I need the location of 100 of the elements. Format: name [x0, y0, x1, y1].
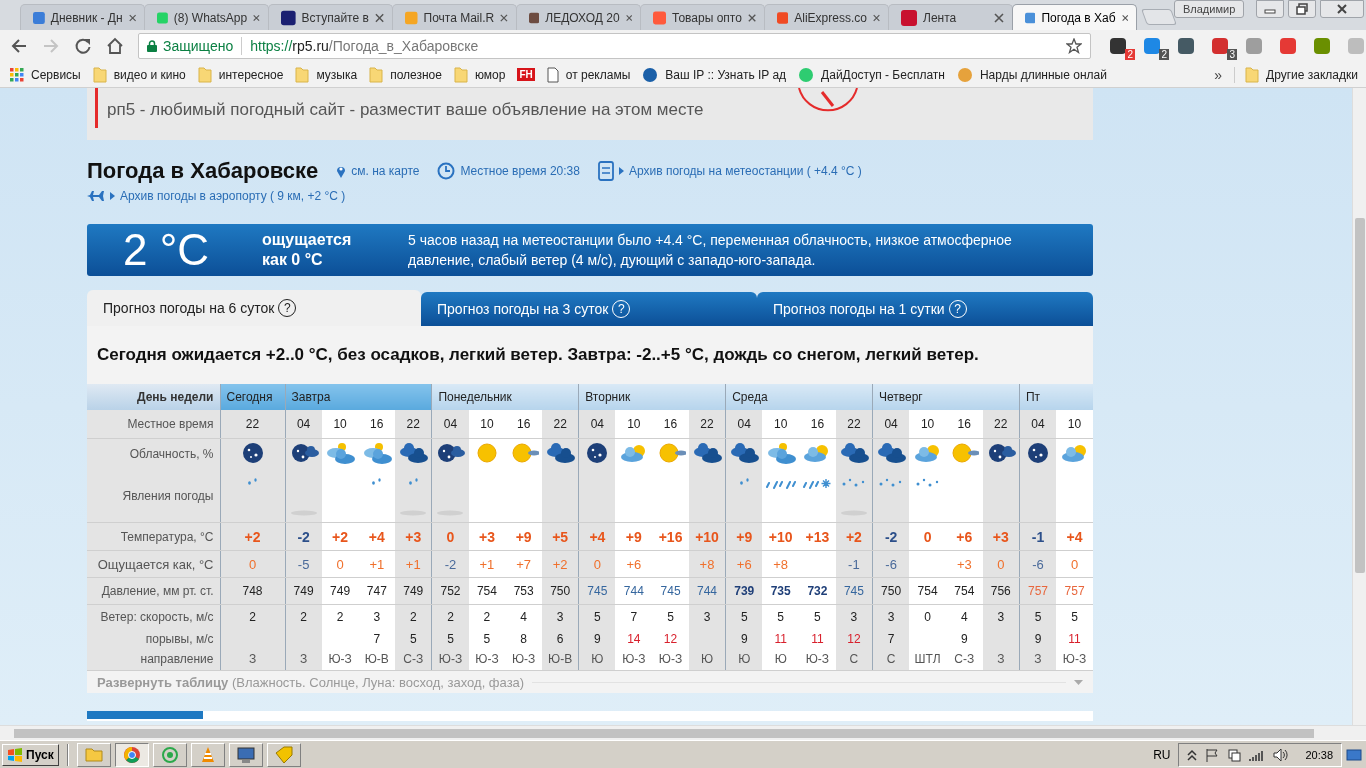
network-icon[interactable] — [1227, 747, 1242, 762]
maximize-button[interactable] — [1288, 0, 1317, 18]
wind-direction-cell: Ю-З — [799, 648, 836, 671]
start-button[interactable]: Пуск — [2, 743, 59, 766]
bookmark[interactable]: ДайДоступ - Бесплатн — [798, 66, 945, 83]
feels-like-text: ощущается как 0 °C — [262, 230, 353, 270]
temperature-cell: +3 — [395, 522, 432, 551]
taskbar-button[interactable] — [114, 742, 149, 767]
temperature-cell: -2 — [872, 522, 910, 551]
temperature-cell: +9 — [615, 522, 653, 551]
bookmark[interactable]: юмор — [453, 66, 506, 83]
time-cell: 10 — [615, 410, 653, 438]
bookmark[interactable]: интересное — [197, 66, 284, 83]
forecast-tab[interactable]: Прогноз погоды на 1 сутки ? — [757, 292, 1093, 326]
row-label: Облачность, % — [87, 438, 220, 470]
chevron-up-icon[interactable] — [1187, 748, 1198, 761]
browser-tab[interactable]: Погода в Хаб — [1012, 4, 1137, 30]
bookmark[interactable]: видео и кино — [92, 66, 186, 83]
close-button[interactable] — [1320, 0, 1365, 18]
bookmark[interactable]: Нарды длинные онлай — [956, 66, 1107, 83]
time-cell: 16 — [799, 410, 836, 438]
folder-icon — [369, 66, 384, 83]
profile-button[interactable]: Владимир — [1174, 0, 1245, 18]
forecast-tab[interactable]: Прогноз погоды на 6 суток ? — [87, 290, 421, 326]
scrollbar-thumb[interactable] — [1355, 218, 1365, 573]
wind-speed-cell: 5 — [578, 604, 616, 629]
time-cell: 10 — [321, 410, 359, 438]
browser-tab[interactable]: AliExpress.co — [764, 4, 889, 30]
time-cell: 04 — [1019, 410, 1057, 438]
airplane-icon — [87, 188, 105, 204]
forecast-tab[interactable]: Прогноз погоды на 3 суток ? — [421, 292, 757, 326]
home-icon[interactable] — [106, 37, 124, 55]
signal-bars-icon[interactable] — [1249, 748, 1266, 761]
vertical-scrollbar[interactable] — [1352, 88, 1366, 725]
bookmark[interactable]: FH — [517, 68, 535, 81]
map-link[interactable]: см. на карте — [336, 164, 420, 178]
clock: 20:38 — [1305, 748, 1333, 761]
browser-tab[interactable]: Дневник - Дн — [20, 4, 145, 30]
wind-direction-cell: Ю-З — [431, 648, 469, 671]
wind-direction-cell: Ю — [578, 648, 616, 671]
day-header: Пт — [1019, 384, 1093, 410]
address-bar[interactable]: Защищено https://rp5.ru/Погода_в_Хабаровске — [138, 33, 1091, 59]
extension-icon[interactable] — [1109, 37, 1127, 55]
bookmark[interactable]: музыка — [295, 66, 358, 83]
horizontal-scrollbar[interactable] — [0, 725, 1366, 740]
badge-count: 2 — [1159, 49, 1169, 60]
folder-icon — [1245, 66, 1260, 83]
close-icon[interactable] — [128, 12, 136, 23]
wind-gust-cell: 6 — [542, 628, 579, 649]
day-header: Четверг — [872, 384, 1020, 410]
flag-icon[interactable] — [1205, 747, 1220, 762]
close-icon[interactable] — [1121, 12, 1128, 23]
station-archive-link[interactable]: Архив погоды на метеостанции ( +4.4 °C ) — [597, 161, 862, 181]
close-icon[interactable] — [747, 12, 756, 23]
close-icon[interactable] — [625, 12, 632, 23]
time-cell: 22 — [542, 410, 579, 438]
close-icon[interactable] — [500, 12, 508, 23]
time-cell: 22 — [395, 410, 432, 438]
bookmark[interactable]: Ваш IP :: Узнать IP ад — [642, 66, 787, 83]
airport-archive-link[interactable]: Архив погоды в аэропорту ( 9 км, +2 °C ) — [87, 188, 346, 204]
wind-speed-cell: 5 — [652, 604, 689, 629]
language-indicator[interactable]: RU — [1153, 747, 1171, 762]
feels-like-cell: +2 — [542, 550, 579, 578]
close-icon[interactable] — [872, 12, 880, 23]
reload-icon[interactable] — [74, 37, 92, 55]
back-icon[interactable] — [10, 37, 28, 55]
temperature-cell: +10 — [762, 522, 800, 551]
wind-speed-cell: 0 — [909, 604, 946, 629]
browser-tab[interactable]: Почта Mail.R — [392, 4, 517, 30]
star-icon[interactable] — [1066, 38, 1082, 54]
bookmark[interactable]: Сервисы — [10, 67, 81, 82]
browser-tab[interactable]: ЛЕДОХОД 20 — [516, 4, 641, 30]
pressure-cell: 735 — [762, 577, 800, 605]
browser-tab[interactable]: Товары опто — [640, 4, 765, 30]
browser-tab[interactable]: Лента — [888, 4, 1013, 30]
feels-like-cell: -6 — [872, 550, 910, 578]
browser-tab[interactable]: (8) WhatsApp — [144, 4, 269, 30]
show-desktop-icon[interactable] — [1346, 747, 1362, 762]
ad-banner[interactable]: рп5 - любимый погодный сайт - разместит ваше объявление на этом месте — [87, 88, 1093, 140]
browser-tab[interactable]: Вступайте в — [268, 4, 393, 30]
tag-icon — [273, 744, 294, 765]
time-cell: 22 — [835, 410, 873, 438]
wind-direction-cell: З — [1019, 648, 1057, 671]
time-cell: 04 — [431, 410, 469, 438]
extension-icon[interactable] — [1211, 37, 1229, 55]
wind-gust-cell: 7 — [872, 628, 910, 649]
scrollbar-thumb[interactable] — [14, 729, 1314, 738]
extension-icon[interactable] — [1143, 37, 1161, 55]
extension-icon[interactable] — [1177, 37, 1195, 55]
wind-direction-cell: С — [872, 648, 910, 671]
feels-like-cell: +1 — [358, 550, 396, 578]
bookmark[interactable]: от рекламы — [546, 66, 631, 83]
more-bookmarks-button[interactable]: » — [1214, 66, 1223, 83]
wind-speed-cell: 5 — [1019, 604, 1057, 629]
bookmark[interactable]: Другие закладки — [1234, 66, 1358, 83]
close-icon[interactable] — [374, 12, 384, 23]
speaker-icon[interactable] — [1273, 747, 1290, 762]
bookmark[interactable]: полезное — [369, 66, 442, 83]
close-icon[interactable] — [994, 12, 1004, 23]
close-icon[interactable] — [253, 12, 260, 23]
